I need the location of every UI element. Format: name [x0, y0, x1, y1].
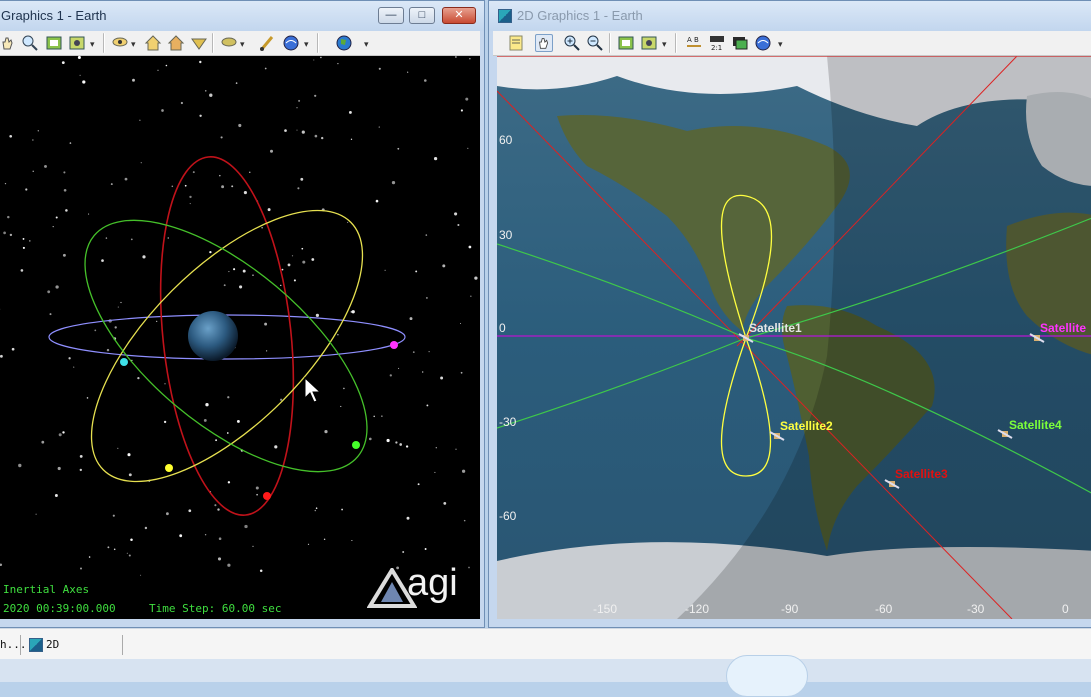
lat-label: -30 [499, 415, 517, 429]
brush-icon[interactable] [258, 34, 276, 52]
taskbar-item-2d[interactable]: 2D Graph... [26, 635, 123, 655]
animation-time: 2020 00:39:00.000 [3, 602, 116, 615]
svg-text:A B: A B [687, 36, 699, 44]
mdi-taskbar: h... 2D Graph... [0, 628, 1091, 659]
minimize-button[interactable]: — [378, 7, 404, 24]
layers-icon[interactable] [731, 34, 749, 52]
lon-label: -90 [781, 602, 799, 616]
snapshot-icon[interactable] [68, 34, 86, 52]
satellite5-label: Satellite [1040, 321, 1086, 335]
graphics-2d-titlebar[interactable]: 2D Graphics 1 - Earth [489, 1, 1091, 31]
orient-north-icon[interactable] [167, 34, 185, 52]
zoom-out-icon[interactable] [586, 34, 604, 52]
toolbar-overflow-1[interactable] [89, 34, 98, 52]
satellite-marker-cyan[interactable] [120, 358, 128, 366]
toolbar-overflow-2[interactable] [303, 34, 312, 52]
graphics-3d-window: Graphics 1 - Earth — □ ✕ [0, 0, 485, 628]
lon-label: -60 [875, 602, 893, 616]
toolbar-separator [212, 33, 214, 53]
satellite1-label: Satellite1 [749, 321, 802, 335]
toolbar-separator [675, 33, 677, 53]
globe-manager-icon[interactable] [335, 34, 353, 52]
satellite-marker-magenta[interactable] [390, 341, 398, 349]
satellite-marker-green[interactable] [352, 441, 360, 449]
graphics-2d-toolbar: A B 2:1 [493, 31, 1091, 56]
lon-label: -30 [967, 602, 985, 616]
snapshot-icon[interactable] [640, 34, 658, 52]
map-properties-icon[interactable] [617, 34, 635, 52]
properties-icon[interactable] [45, 34, 63, 52]
measure-ab-icon[interactable]: A B [685, 34, 703, 52]
zoom-icon[interactable] [21, 34, 39, 52]
satellite2-label: Satellite2 [780, 419, 833, 433]
3d-viewport[interactable]: Inertial Axes 2020 00:39:00.000 Time Ste… [0, 56, 480, 619]
earth-globe[interactable] [188, 311, 238, 361]
toolbar-separator [103, 33, 105, 53]
view-from-icon[interactable] [111, 34, 129, 52]
measure-icon[interactable] [220, 34, 238, 52]
view-from-dropdown[interactable] [130, 34, 139, 52]
satellite4-label: Satellite4 [1009, 418, 1062, 432]
graphics-3d-toolbar [0, 31, 480, 56]
agi-logo: agi [367, 568, 477, 612]
time-step: Time Step: 60.00 sec [149, 602, 281, 615]
lon-label: -150 [593, 602, 617, 616]
maximize-button[interactable]: □ [409, 7, 435, 24]
properties-page-icon[interactable] [507, 34, 525, 52]
scale-ratio-icon[interactable]: 2:1 [708, 34, 726, 52]
globe-settings-icon[interactable] [754, 34, 772, 52]
orbit-scene [0, 56, 480, 619]
home-view-icon[interactable] [144, 34, 162, 52]
lat-label: -60 [499, 509, 517, 523]
mouse-cursor-icon [305, 378, 320, 402]
2d-window-icon [29, 638, 43, 652]
satellite-marker-red[interactable] [263, 492, 271, 500]
pan-hand-icon[interactable] [535, 34, 553, 52]
satellite-marker-yellow[interactable] [165, 464, 173, 472]
lon-label: 0 [1062, 602, 1069, 616]
svg-text:2:1: 2:1 [711, 44, 722, 52]
taskbar-item-3d[interactable]: h... [0, 635, 21, 655]
toolbar-separator [609, 33, 611, 53]
2d-window-icon [498, 9, 512, 23]
axes-label: Inertial Axes [3, 583, 89, 596]
pan-hand-icon[interactable] [0, 34, 17, 52]
toolbar-overflow-3[interactable] [363, 34, 372, 52]
2d-map-viewport[interactable]: 60 30 0 -30 -60 -150 -120 -90 -60 -30 0 … [497, 56, 1091, 619]
graphics-2d-title: 2D Graphics 1 - Earth [517, 8, 643, 23]
status-area [0, 659, 1091, 682]
agi-logo-text: agi [407, 562, 458, 605]
close-button[interactable]: ✕ [442, 7, 476, 24]
lat-label: 30 [499, 228, 513, 242]
measure-dropdown[interactable] [239, 34, 248, 52]
map-canvas: 60 30 0 -30 -60 -150 -120 -90 -60 -30 0 … [497, 56, 1091, 619]
satellite3-label: Satellite3 [895, 467, 948, 481]
graphics-3d-titlebar[interactable]: Graphics 1 - Earth — □ ✕ [0, 1, 484, 31]
graphics-3d-title: Graphics 1 - Earth [1, 8, 107, 23]
globe-settings-icon[interactable] [282, 34, 300, 52]
graphics-2d-window: 2D Graphics 1 - Earth A B 2:1 [488, 0, 1091, 628]
toolbar-overflow-1[interactable] [661, 34, 670, 52]
toolbar-separator [317, 33, 319, 53]
lat-label: 60 [499, 133, 513, 147]
orient-top-icon[interactable] [190, 34, 208, 52]
lon-label: -120 [685, 602, 709, 616]
orb-button[interactable] [726, 655, 808, 697]
lat-label: 0 [499, 321, 506, 335]
toolbar-overflow-2[interactable] [777, 34, 786, 52]
zoom-in-icon[interactable] [563, 34, 581, 52]
